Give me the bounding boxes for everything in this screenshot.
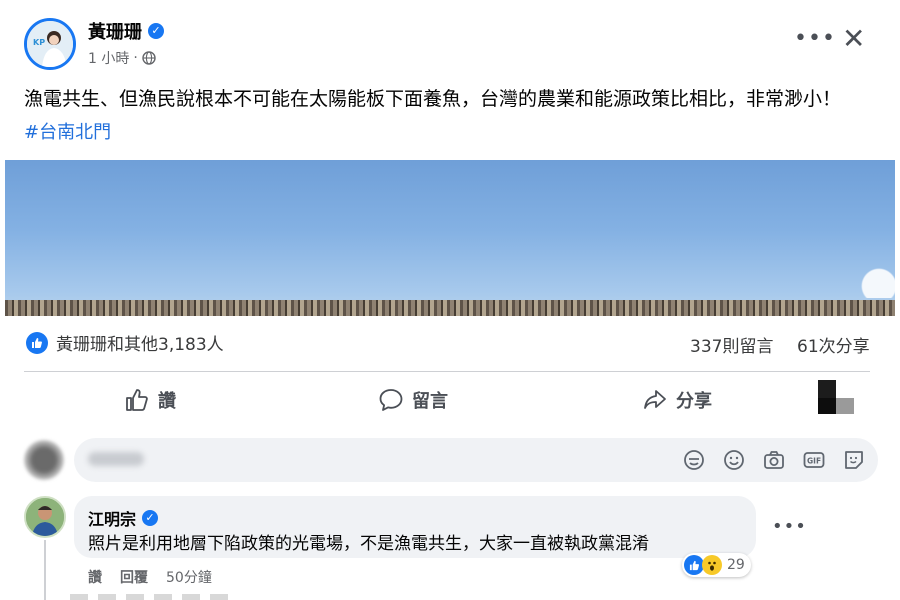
divider [24,371,870,372]
svg-text:KP: KP [33,38,45,47]
like-label: 讚 [158,391,176,412]
thumbs-up-icon [126,389,148,411]
camera-icon[interactable] [762,448,786,472]
comment-reactions[interactable]: 29 [682,553,751,577]
comment-reaction-count: 29 [727,557,745,573]
comment-count[interactable]: 337則留言 [690,332,773,357]
composer-placeholder-blur [88,452,144,466]
verified-badge-icon: ✓ [142,510,159,526]
comment-label: 留言 [412,391,448,412]
like-reaction-icon [26,331,48,354]
author-avatar[interactable]: KP [24,18,76,70]
comment-author-row: 江明宗 ✓ [88,506,159,530]
viewer-avatar [24,440,64,480]
close-button[interactable]: ✕ [842,22,865,55]
profile-switch-icon[interactable] [818,380,856,416]
gif-icon[interactable]: GIF [802,448,826,472]
speech-bubble-icon [379,389,403,411]
comment-actions: 讚 回覆 50分鐘 [88,567,212,587]
post-meta: 1 小時 · [88,48,156,68]
more-options-button[interactable]: ••• [794,26,836,51]
share-label: 分享 [676,391,712,412]
comment-reply-link[interactable]: 回覆 [120,567,148,587]
avatar-sticker-icon[interactable] [682,448,706,472]
next-comment-cutoff [70,594,230,600]
post-author: 黃珊珊 ✓ [88,18,164,44]
like-reaction-icon [684,555,704,575]
sticker-icon[interactable] [842,448,866,472]
reply-thread-line [44,540,46,600]
wow-reaction-icon [702,555,722,575]
comment-composer[interactable]: GIF [74,438,878,482]
share-arrow-icon [644,390,666,409]
avatar-portrait: KP [27,21,73,67]
verified-badge-icon: ✓ [148,23,164,39]
comment-like-link[interactable]: 讚 [88,567,102,587]
emoji-icon[interactable] [722,448,746,472]
post-text: 漁電共生、但漁民說根本不可能在太陽能板下面養魚，台灣的農業和能源政策比相比，非常… [24,88,842,110]
author-name[interactable]: 黃珊珊 [88,18,142,44]
post-photo[interactable] [5,160,895,316]
share-count[interactable]: 61次分享 [797,332,870,357]
reaction-summary[interactable]: 黃珊珊和其他3,183人 [26,330,224,355]
commenter-avatar[interactable] [24,496,66,538]
reaction-summary-text: 黃珊珊和其他3,183人 [56,335,224,355]
hashtag-link[interactable]: #台南北門 [24,118,111,144]
photo-ground [5,300,895,316]
comment-bubble: 江明宗 ✓ 照片是利用地層下陷政策的光電場，不是漁電共生，大家一直被執政黨混淆 [74,496,756,558]
comment-author[interactable]: 江明宗 [88,506,136,530]
post-time[interactable]: 1 小時 [88,48,129,68]
like-button[interactable]: 讚 [124,384,176,416]
photo-cloud [855,268,895,298]
comment-button[interactable]: 留言 [378,384,448,416]
composer-tools: GIF [682,448,866,472]
comment-time[interactable]: 50分鐘 [166,567,212,587]
share-button[interactable]: 分享 [642,384,712,416]
comment-more-button[interactable]: ••• [772,516,807,537]
meta-separator: · [133,50,138,66]
svg-text:GIF: GIF [807,457,821,466]
globe-icon [142,51,156,65]
comment-text: 照片是利用地層下陷政策的光電場，不是漁電共生，大家一直被執政黨混淆 [88,534,649,554]
